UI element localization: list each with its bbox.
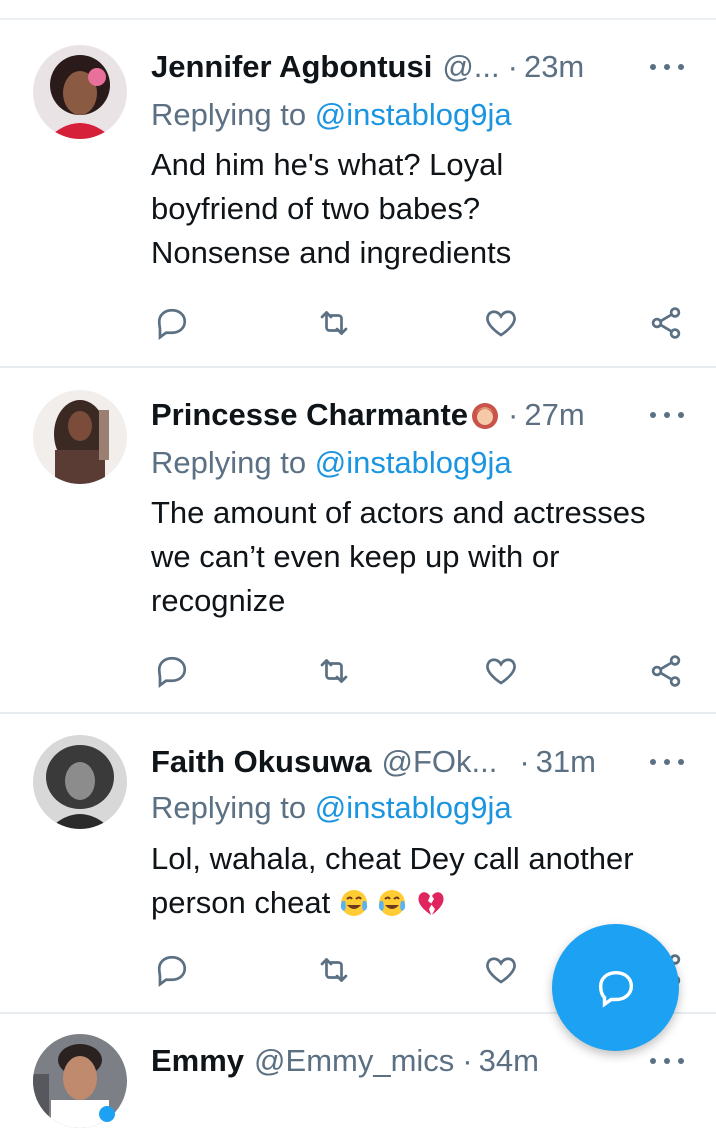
separator-dot: · [508, 397, 519, 432]
heart-icon[interactable] [483, 952, 519, 988]
mention-link[interactable]: @instablog9ja [315, 445, 512, 480]
share-icon[interactable] [648, 305, 684, 341]
tears-of-joy-icon [339, 885, 378, 920]
heart-icon[interactable] [483, 653, 519, 689]
woman-emoji-icon [470, 395, 500, 435]
more-icon[interactable] [650, 1054, 684, 1068]
user-handle[interactable]: @... [442, 47, 499, 87]
broken-heart-icon [416, 885, 446, 920]
tweet-text: And him he's what? Loyal boyfriend of tw… [151, 147, 512, 270]
separator-dot: · [507, 49, 518, 84]
action-bar [0, 305, 716, 345]
replying-to: Replying to @instablog9ja [151, 445, 512, 481]
tears-of-joy-icon [377, 885, 416, 920]
action-bar [0, 653, 716, 693]
replying-to: Replying to @instablog9ja [151, 790, 512, 826]
tweet-header: Jennifer Agbontusi @... · 23m [151, 47, 631, 87]
timestamp[interactable]: 31m [536, 742, 596, 782]
display-name[interactable]: Jennifer Agbontusi [151, 47, 432, 87]
compose-reply-icon [598, 970, 633, 1008]
replying-to: Replying to @instablog9ja [151, 97, 512, 133]
divider [0, 712, 716, 714]
separator-dot: · [519, 744, 530, 779]
compose-reply-button[interactable] [552, 924, 679, 1051]
more-icon[interactable] [650, 60, 684, 74]
display-name[interactable]: Princesse Charmante [151, 395, 468, 435]
avatar[interactable] [33, 735, 127, 829]
avatar[interactable] [33, 390, 127, 484]
share-icon[interactable] [648, 653, 684, 689]
user-handle[interactable]: @FOk... [381, 742, 497, 782]
user-handle[interactable]: @Emmy_mics [254, 1041, 454, 1081]
tweet-text: Lol, wahala, cheat Dey call another pers… [151, 837, 691, 925]
tweet-header: Faith Okusuwa @FOk... · 31m [151, 742, 631, 782]
avatar[interactable] [33, 45, 127, 139]
more-icon[interactable] [650, 755, 684, 769]
retweet-icon[interactable] [316, 305, 352, 341]
divider [0, 366, 716, 368]
reply-icon[interactable] [154, 653, 190, 689]
top-divider [0, 18, 716, 20]
reply-icon[interactable] [154, 952, 190, 988]
mention-link[interactable]: @instablog9ja [315, 97, 512, 132]
tweet-header: Emmy @Emmy_mics · 34m [151, 1041, 631, 1081]
timestamp[interactable]: 34m [479, 1041, 539, 1081]
replying-to-label: Replying to [151, 97, 307, 132]
tweet-header: Princesse Charmante · 27m [151, 395, 631, 435]
display-name[interactable]: Emmy [151, 1041, 244, 1081]
separator-dot: · [462, 1043, 473, 1078]
replying-to-label: Replying to [151, 790, 307, 825]
retweet-icon[interactable] [316, 653, 352, 689]
scroll-indicator [99, 1106, 115, 1122]
timestamp[interactable]: 27m [524, 395, 584, 435]
display-name[interactable]: Faith Okusuwa [151, 742, 371, 782]
reply-icon[interactable] [154, 305, 190, 341]
more-icon[interactable] [650, 408, 684, 422]
heart-icon[interactable] [483, 305, 519, 341]
timestamp[interactable]: 23m [524, 47, 584, 87]
tweet-text: The amount of actors and actresses we ca… [151, 495, 646, 618]
mention-link[interactable]: @instablog9ja [315, 790, 512, 825]
retweet-icon[interactable] [316, 952, 352, 988]
replying-to-label: Replying to [151, 445, 307, 480]
